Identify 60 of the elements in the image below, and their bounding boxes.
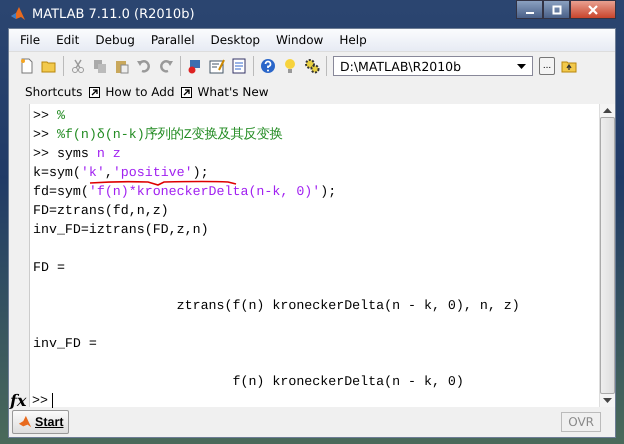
menu-item[interactable]: Help xyxy=(332,33,374,47)
redo-icon[interactable] xyxy=(158,58,174,74)
lightbulb-icon[interactable] xyxy=(282,58,298,74)
menu-item[interactable]: Parallel xyxy=(144,33,202,47)
code-text: fd=sym( xyxy=(33,184,89,199)
menu-item[interactable]: Desktop xyxy=(204,33,268,47)
shortcut-arrow-icon xyxy=(181,86,192,98)
code-text: k=sym( xyxy=(33,165,81,180)
menu-item[interactable]: File xyxy=(13,33,48,47)
help-icon[interactable] xyxy=(260,58,276,74)
code-text: >> xyxy=(33,127,50,142)
overwrite-indicator: OVR xyxy=(561,412,601,432)
scroll-down-icon[interactable] xyxy=(603,398,612,403)
code-comment: % xyxy=(56,108,65,123)
code-text: >> syms xyxy=(33,146,90,161)
browse-button[interactable]: ... xyxy=(539,57,555,75)
shortcut-link[interactable]: What's New xyxy=(197,85,269,99)
code-string: n z xyxy=(96,146,121,161)
code-text: ); xyxy=(192,165,209,180)
close-icon xyxy=(588,4,598,14)
window-title: MATLAB 7.11.0 (R2010b) xyxy=(32,6,195,22)
gears-icon[interactable] xyxy=(304,58,320,74)
matlab-logo-icon xyxy=(18,415,32,429)
maximize-icon xyxy=(552,4,562,14)
menu-item[interactable]: Window xyxy=(269,33,330,47)
document-icon[interactable] xyxy=(231,58,247,74)
start-button[interactable]: Start xyxy=(12,410,70,434)
minimize-button[interactable] xyxy=(516,0,543,19)
code-string: 'f(n)*kroneckerDelta(n-k, 0)' xyxy=(88,184,320,199)
code-text: f(n) kroneckerDelta(n - k, 0) xyxy=(231,374,464,389)
menu-item[interactable]: Debug xyxy=(88,33,142,47)
command-prompt: >> xyxy=(32,393,48,408)
shortcut-link[interactable]: How to Add xyxy=(105,85,174,99)
code-text: FD = xyxy=(33,260,65,275)
minimize-icon xyxy=(526,12,534,14)
code-comment: %f(n)δ(n-k)序列的Z变换及其反变换 xyxy=(56,127,283,142)
dropdown-arrow-icon xyxy=(517,64,526,68)
code-text: ); xyxy=(320,184,336,199)
new-file-icon[interactable] xyxy=(19,58,35,74)
current-folder-field[interactable]: D:\MATLAB\R2010b xyxy=(333,56,533,76)
code-text: inv_FD = xyxy=(33,336,97,351)
menu-item[interactable]: Edit xyxy=(49,33,86,47)
code-text: FD=ztrans(fd,n,z) xyxy=(33,203,169,218)
scissors-icon[interactable] xyxy=(70,58,86,74)
scroll-up-icon[interactable] xyxy=(603,108,612,113)
function-browser-button[interactable]: fx xyxy=(10,391,28,410)
maximize-button[interactable] xyxy=(543,0,570,19)
code-text: , xyxy=(104,165,113,180)
matlab-logo-icon xyxy=(10,6,26,22)
close-button[interactable] xyxy=(570,0,616,19)
undo-icon[interactable] xyxy=(136,58,152,74)
paste-icon[interactable] xyxy=(114,58,130,74)
code-string: 'k' xyxy=(80,165,105,180)
shortcut-arrow-icon xyxy=(89,86,100,98)
code-string: 'positive' xyxy=(112,165,193,180)
text-cursor xyxy=(52,393,53,408)
code-text: ztrans(f(n) kroneckerDelta(n - k, 0), n, z) xyxy=(176,298,520,313)
code-text: >> xyxy=(33,108,50,123)
code-text: inv_FD=iztrans(FD,z,n) xyxy=(33,222,209,237)
shortcuts-label: Shortcuts xyxy=(25,85,82,99)
